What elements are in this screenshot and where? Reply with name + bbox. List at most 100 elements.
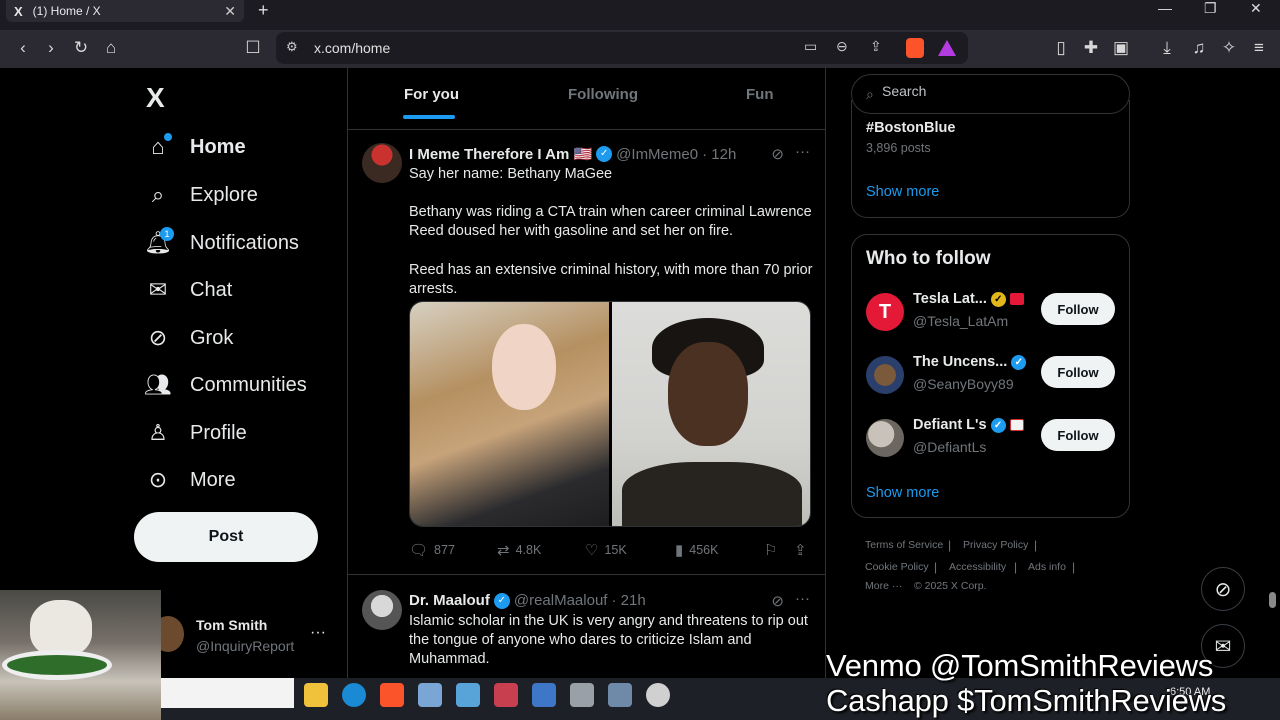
nav-communities[interactable]: 👥︎ Communities (144, 367, 307, 403)
menu-icon[interactable]: ≡ (1248, 37, 1270, 59)
follow-suggestion[interactable]: The Uncens... ✓ @SeanyBoyy89 Follow (866, 354, 1128, 396)
brave-shield-icon[interactable] (906, 38, 924, 58)
like-button[interactable]: ♡ 15K (585, 541, 627, 559)
tweet-more-icon[interactable]: ··· (795, 143, 810, 160)
trend-name[interactable]: #BostonBlue (866, 120, 955, 136)
browser-tab[interactable]: X (1) Home / X ✕ (6, 0, 244, 22)
app-icon[interactable] (494, 683, 518, 707)
footer-terms-link[interactable]: Terms of Service (865, 539, 943, 551)
grok-explain-icon[interactable]: ⊘ (771, 145, 784, 163)
share-icon[interactable]: ⇪ (870, 38, 882, 55)
tweet-author-handle[interactable]: @realMaalouf (514, 592, 608, 609)
reload-icon[interactable]: ↻ (70, 37, 92, 59)
tweet-author-handle[interactable]: @ImMeme0 (616, 146, 698, 163)
restore-window-icon[interactable]: ❐ (1204, 0, 1217, 17)
tweet-more-icon[interactable]: ··· (795, 590, 810, 607)
app-icon[interactable] (646, 683, 670, 707)
nav-profile[interactable]: ♙ Profile (144, 415, 247, 451)
tweet[interactable]: I Meme Therefore I Am 🇺🇸 ✓ @ImMeme0 · 12… (348, 143, 825, 575)
follow-button[interactable]: Follow (1041, 356, 1115, 388)
footer-more-link[interactable]: More ··· (865, 580, 902, 592)
share-tweet-button[interactable]: ⇪ (794, 541, 813, 559)
nav-explore[interactable]: ⌕ Explore (144, 177, 258, 213)
post-button[interactable]: Post (134, 512, 318, 562)
account-more-icon[interactable]: ··· (310, 624, 326, 642)
tab-fun[interactable]: Fun (746, 86, 774, 103)
repost-button[interactable]: ⇄ 4.8K (497, 541, 541, 559)
camera-icon[interactable] (608, 683, 632, 707)
follow-button[interactable]: Follow (1041, 293, 1115, 325)
site-settings-icon[interactable]: ⚙ (286, 39, 298, 55)
x-logo-icon[interactable]: X (146, 82, 165, 114)
account-name[interactable]: Tom Smith (196, 617, 267, 633)
page-scrollbar[interactable] (1266, 68, 1280, 680)
reader-icon[interactable]: ▭ (804, 38, 817, 55)
defiant-avatar[interactable] (866, 419, 904, 457)
follow-button[interactable]: Follow (1041, 419, 1115, 451)
tweet-author-name[interactable]: Dr. Maalouf (409, 592, 490, 609)
leo-ai-icon[interactable]: ✧ (1218, 37, 1240, 59)
calculator-icon[interactable] (418, 683, 442, 707)
app-icon[interactable] (532, 683, 556, 707)
grok-explain-icon[interactable]: ⊘ (771, 592, 784, 610)
forward-icon[interactable]: › (40, 37, 62, 59)
close-window-icon[interactable]: ✕ (1250, 0, 1262, 17)
tweet-photo-mugshot[interactable] (612, 302, 810, 526)
tab-following[interactable]: Following (568, 86, 638, 103)
tweet-photo-woman[interactable] (410, 302, 609, 526)
back-icon[interactable]: ‹ (12, 37, 34, 59)
who-to-follow-show-more-link[interactable]: Show more (866, 485, 939, 501)
tweet-avatar[interactable] (362, 143, 402, 183)
file-explorer-icon[interactable] (304, 683, 328, 707)
footer-cookie-link[interactable]: Cookie Policy (865, 561, 929, 573)
tweet-author-name[interactable]: I Meme Therefore I Am 🇺🇸 (409, 145, 592, 163)
bookmark-tweet-button[interactable]: ⚐ (764, 541, 783, 559)
account-handle[interactable]: @InquiryReport (196, 638, 294, 654)
footer-ads-link[interactable]: Ads info (1028, 561, 1066, 573)
nav-more[interactable]: ⊙ More (144, 462, 236, 498)
brave-icon[interactable] (380, 683, 404, 707)
minimize-window-icon[interactable]: — (1158, 0, 1172, 16)
footer-privacy-link[interactable]: Privacy Policy (963, 539, 1028, 551)
tweet-avatar[interactable] (362, 590, 402, 630)
tweet[interactable]: Dr. Maalouf ✓ @realMaalouf · 21h ⊘ ··· I… (348, 590, 825, 680)
nav-home[interactable]: ⌂ Home (144, 129, 246, 165)
follow-suggestion[interactable]: Defiant L's ✓ @DefiantLs Follow (866, 417, 1128, 459)
app-icon[interactable] (456, 683, 480, 707)
follow-account-handle[interactable]: @SeanyBoyy89 (913, 376, 1014, 392)
follow-account-handle[interactable]: @DefiantLs (913, 439, 986, 455)
grok-float-button[interactable]: ⊘ (1201, 567, 1245, 611)
reply-button[interactable]: 🗨︎ 877 (409, 541, 455, 559)
follow-account-handle[interactable]: @Tesla_LatAm (913, 313, 1008, 329)
nav-chat[interactable]: ✉ Chat (144, 272, 232, 308)
new-tab-button[interactable]: + (258, 0, 269, 21)
follow-account-name[interactable]: Tesla Lat... ✓ (913, 291, 1024, 307)
media-icon[interactable]: ♫ (1188, 37, 1210, 59)
search-input[interactable] (882, 83, 1112, 99)
sidebar-icon[interactable]: ▣ (1110, 37, 1132, 59)
scrollbar-thumb[interactable] (1269, 592, 1276, 608)
tweet-media[interactable] (409, 301, 811, 527)
follow-account-name[interactable]: The Uncens... ✓ (913, 354, 1027, 370)
search-box[interactable]: ⌕ (851, 74, 1130, 114)
app-icon[interactable] (570, 683, 594, 707)
address-bar[interactable]: ⚙ x.com/home ▭ ⊖ ⇪ (276, 32, 968, 64)
uncensored-avatar[interactable] (866, 356, 904, 394)
views-button[interactable]: ▮ 456K (675, 541, 718, 559)
downloads-icon[interactable]: ⤓ (1156, 37, 1178, 59)
edge-icon[interactable] (342, 683, 366, 707)
mouse-icon[interactable]: ▯ (1050, 37, 1072, 59)
tab-for-you[interactable]: For you (404, 86, 459, 103)
tesla-avatar[interactable]: T (866, 293, 904, 331)
taskbar-search-box[interactable] (161, 678, 294, 708)
footer-accessibility-link[interactable]: Accessibility (949, 561, 1006, 573)
nav-grok[interactable]: ⊘ Grok (144, 320, 234, 356)
close-tab-icon[interactable]: ✕ (224, 3, 236, 20)
trends-show-more-link[interactable]: Show more (866, 184, 939, 200)
zoom-icon[interactable]: ⊖ (836, 38, 848, 55)
nav-notifications[interactable]: 🔔︎ 1 Notifications (144, 225, 299, 261)
follow-suggestion[interactable]: T Tesla Lat... ✓ @Tesla_LatAm Follow (866, 291, 1128, 333)
bookmark-icon[interactable]: ☐ (242, 37, 264, 59)
follow-account-name[interactable]: Defiant L's ✓ (913, 417, 1024, 433)
home-browser-icon[interactable]: ⌂ (100, 37, 122, 59)
